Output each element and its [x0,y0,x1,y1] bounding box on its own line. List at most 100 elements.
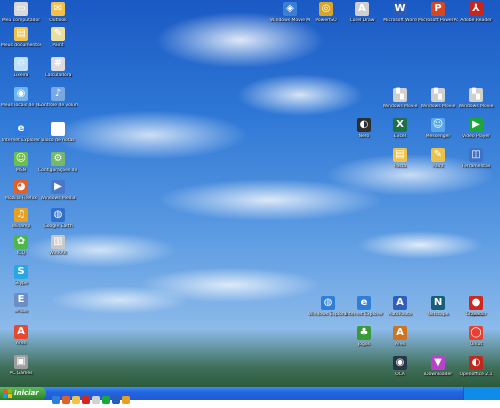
shortcut-label: Gravador [465,312,487,317]
desktop-shortcut[interactable]: ▤ Meus documentos [1,27,41,48]
winrar-icon: ▥ [51,235,65,249]
shortcut-label: WinRAR [49,251,67,256]
desktop-shortcut[interactable]: ▶ Video Player [456,118,496,139]
desktop-shortcut[interactable]: N Netscape [418,296,458,317]
desktop-shortcut[interactable]: ▤ Pasta [380,148,420,169]
desktop-shortcut[interactable]: ◉ Meus locais de rede [1,87,41,108]
desktop-shortcut[interactable]: ◫ Ferramentas [456,148,496,169]
shortcut-label: OCA [395,372,405,377]
quick-launch-icon[interactable] [52,396,60,404]
shortcut-label: Calculadora [44,73,72,78]
shortcut-label: Paint [432,164,444,169]
desktop-shortcut[interactable]: e Internet Explorer [344,296,384,317]
desktop-shortcut[interactable]: ⅄ Adobe Reader [456,2,496,23]
shortcut-label: Nero [358,134,370,139]
folder-icon: ▤ [14,27,28,41]
quick-launch-icon[interactable] [112,396,120,404]
desktop-shortcut[interactable]: ◈ Windows Movie Maker [270,2,310,23]
desktop-shortcut[interactable]: P Microsoft PowerPoint [418,2,458,23]
desktop-shortcut[interactable]: A Ares [380,326,420,347]
netscape-icon: N [431,296,445,310]
desktop-shortcut[interactable]: ☺ Messenger [418,118,458,139]
quick-launch-icon[interactable] [122,396,130,404]
desktop-shortcut[interactable]: ♪ Controle de volume [38,87,78,108]
shortcut-label: MSN [15,168,27,173]
desktop-shortcut[interactable]: W Microsoft Word [380,2,420,23]
adobe-reader-icon: ⅄ [469,2,483,16]
clapper-icon: ▚ [469,88,483,102]
recycle-bin-icon: ♲ [14,57,28,71]
desktop-shortcut[interactable]: ▚ Windows Movie [456,88,496,109]
desktop-shortcut[interactable]: ● Gravador [456,296,496,317]
quick-launch-icon[interactable] [72,396,80,404]
shortcut-label: Google Earth [43,224,73,229]
shortcut-label: Internet Explorer [1,138,41,143]
desktop-shortcut[interactable]: ☺ MSN [1,152,41,173]
desktop-shortcut[interactable]: ✿ ICQ [1,235,41,256]
earth-icon: ◍ [51,208,65,222]
desktop-shortcut[interactable]: EeMule [1,293,41,314]
recorder-icon: ● [469,296,483,310]
desktop-shortcut[interactable]: ▚ Windows Movie [418,88,458,109]
skype-icon: S [14,265,28,279]
desktop-shortcut[interactable]: ▚ Windows Movie [380,88,420,109]
quick-launch-icon[interactable] [62,396,70,404]
system-tray [463,387,500,400]
desktop-shortcut[interactable]: ⚙ Configurações do Sistema [38,152,78,173]
shortcut-label: Adobe Reader [460,18,492,23]
shortcut-label: iDownloader [423,372,453,377]
quick-launch-bar [52,389,132,404]
shortcut-label: Ares [16,341,26,346]
desktop-shortcut[interactable]: ▣ PC Games [1,355,41,376]
desktop-shortcut[interactable]: ≡ Bloco de notas [38,122,78,143]
calculator-icon: # [51,57,65,71]
nero-icon: ◐ [357,118,371,132]
shortcut-label: ICQ [16,251,25,256]
desktop-shortcut[interactable]: X Excel [380,118,420,139]
shortcut-label: Openoffice 2.1 [459,372,493,377]
desktop-shortcut[interactable]: A Ares [1,325,41,346]
winamp-icon: ♫ [14,208,28,222]
desktop-shortcut[interactable]: ✉ Outlook [38,2,78,23]
desktop-shortcut[interactable]: e Internet Explorer [1,122,41,143]
taskbar: Iniciar [0,387,500,404]
desktop-shortcut[interactable]: ▼ iDownloader [418,356,458,377]
desktop-shortcut[interactable]: ✎ Paint [418,148,458,169]
desktop-shortcut[interactable]: ♣ Jogos [344,326,384,347]
desktop-shortcut[interactable]: ▶ Windows Media [38,180,78,201]
quick-launch-icon[interactable] [82,396,90,404]
shortcut-label: PowerISO [315,18,337,23]
paint-icon: ✎ [51,27,65,41]
shortcut-label: Configurações do Sistema [38,168,78,173]
steam-icon: ◉ [393,356,407,370]
desktop-shortcut[interactable]: S Skype [1,265,41,286]
icq-icon: ✿ [14,235,28,249]
shortcut-label: Lixeira [13,73,29,78]
desktop-shortcut[interactable]: # Calculadora [38,57,78,78]
desktop-shortcut[interactable]: A Corel Draw [342,2,382,23]
desktop-shortcut[interactable]: ◐ Nero [344,118,384,139]
shortcut-label: Microsoft PowerPoint [418,18,458,23]
desktop-shortcut[interactable]: ▥ WinRAR [38,235,78,256]
games-icon: ▣ [14,355,28,369]
start-label: Iniciar [14,389,39,397]
desktop-shortcut[interactable]: ✎ Paint [38,27,78,48]
quick-launch-icon[interactable] [102,396,110,404]
desktop-shortcut[interactable]: A AutoRoute [380,296,420,317]
downloader-icon: ▼ [431,356,445,370]
desktop-shortcut[interactable]: ◕ Mozilla Firefox [1,180,41,201]
shortcut-label: Mozilla Firefox [5,196,37,201]
desktop-shortcut[interactable]: ◍ Google Earth [38,208,78,229]
desktop-shortcut[interactable]: ♲ Lixeira [1,57,41,78]
orkut-icon: ◯ [469,326,483,340]
desktop-shortcut[interactable]: ◍ Windows Explorer [308,296,348,317]
desktop-shortcut[interactable]: ◯ Orkut [456,326,496,347]
desktop-shortcut[interactable]: ◐ Openoffice 2.1 [456,356,496,377]
desktop-shortcut[interactable]: ◎ PowerISO [306,2,346,23]
windows-logo-icon [3,389,12,398]
start-button[interactable]: Iniciar [0,387,46,400]
desktop-shortcut[interactable]: ♫ Winamp [1,208,41,229]
quick-launch-icon[interactable] [92,396,100,404]
desktop-shortcut[interactable]: ◉ OCA [380,356,420,377]
desktop-shortcut[interactable]: ▭ Meu computador [1,2,41,23]
